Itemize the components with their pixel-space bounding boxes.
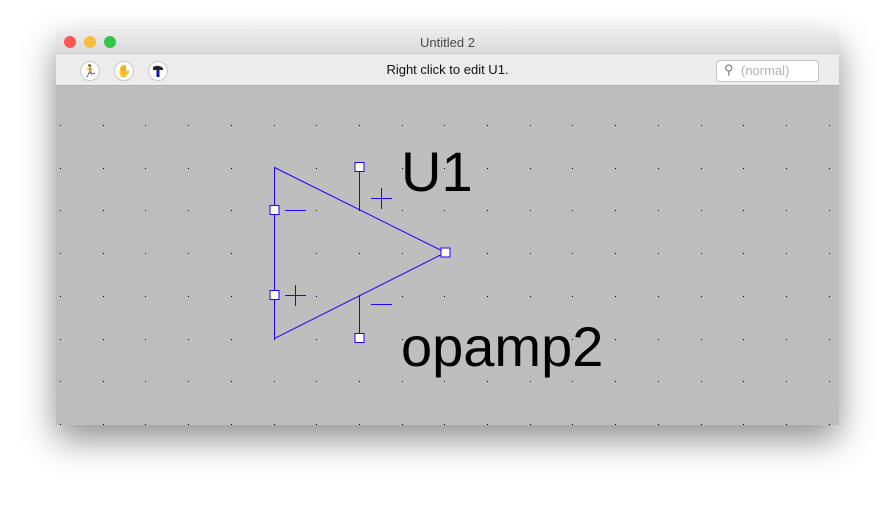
pin-handle-in-minus[interactable] [269, 205, 280, 215]
search-icon: ⚲ [724, 62, 734, 77]
window: Untitled 2 🏃 ✋ Right click to edit U1. ⚲ [56, 31, 839, 425]
search-input[interactable] [741, 63, 813, 78]
pin-handle-supply-plus[interactable] [354, 162, 365, 172]
supply-plus-label [371, 188, 392, 209]
title-bar: Untitled 2 [56, 31, 839, 54]
pin-handle-in-plus[interactable] [269, 290, 280, 300]
component-value[interactable]: opamp2 [401, 315, 603, 378]
pin-handle-supply-minus[interactable] [354, 333, 365, 343]
pin-handle-out[interactable] [440, 247, 451, 258]
ref-designator[interactable]: U1 [401, 140, 473, 203]
search-field[interactable]: ⚲ [716, 60, 819, 82]
in-plus-label [285, 285, 306, 306]
toolbar: 🏃 ✋ Right click to edit U1. ⚲ [56, 54, 839, 86]
opamp-symbol[interactable]: U1 opamp2 [56, 86, 839, 425]
schematic-canvas[interactable]: U1 opamp2 [56, 86, 839, 425]
window-title: Untitled 2 [420, 35, 475, 50]
